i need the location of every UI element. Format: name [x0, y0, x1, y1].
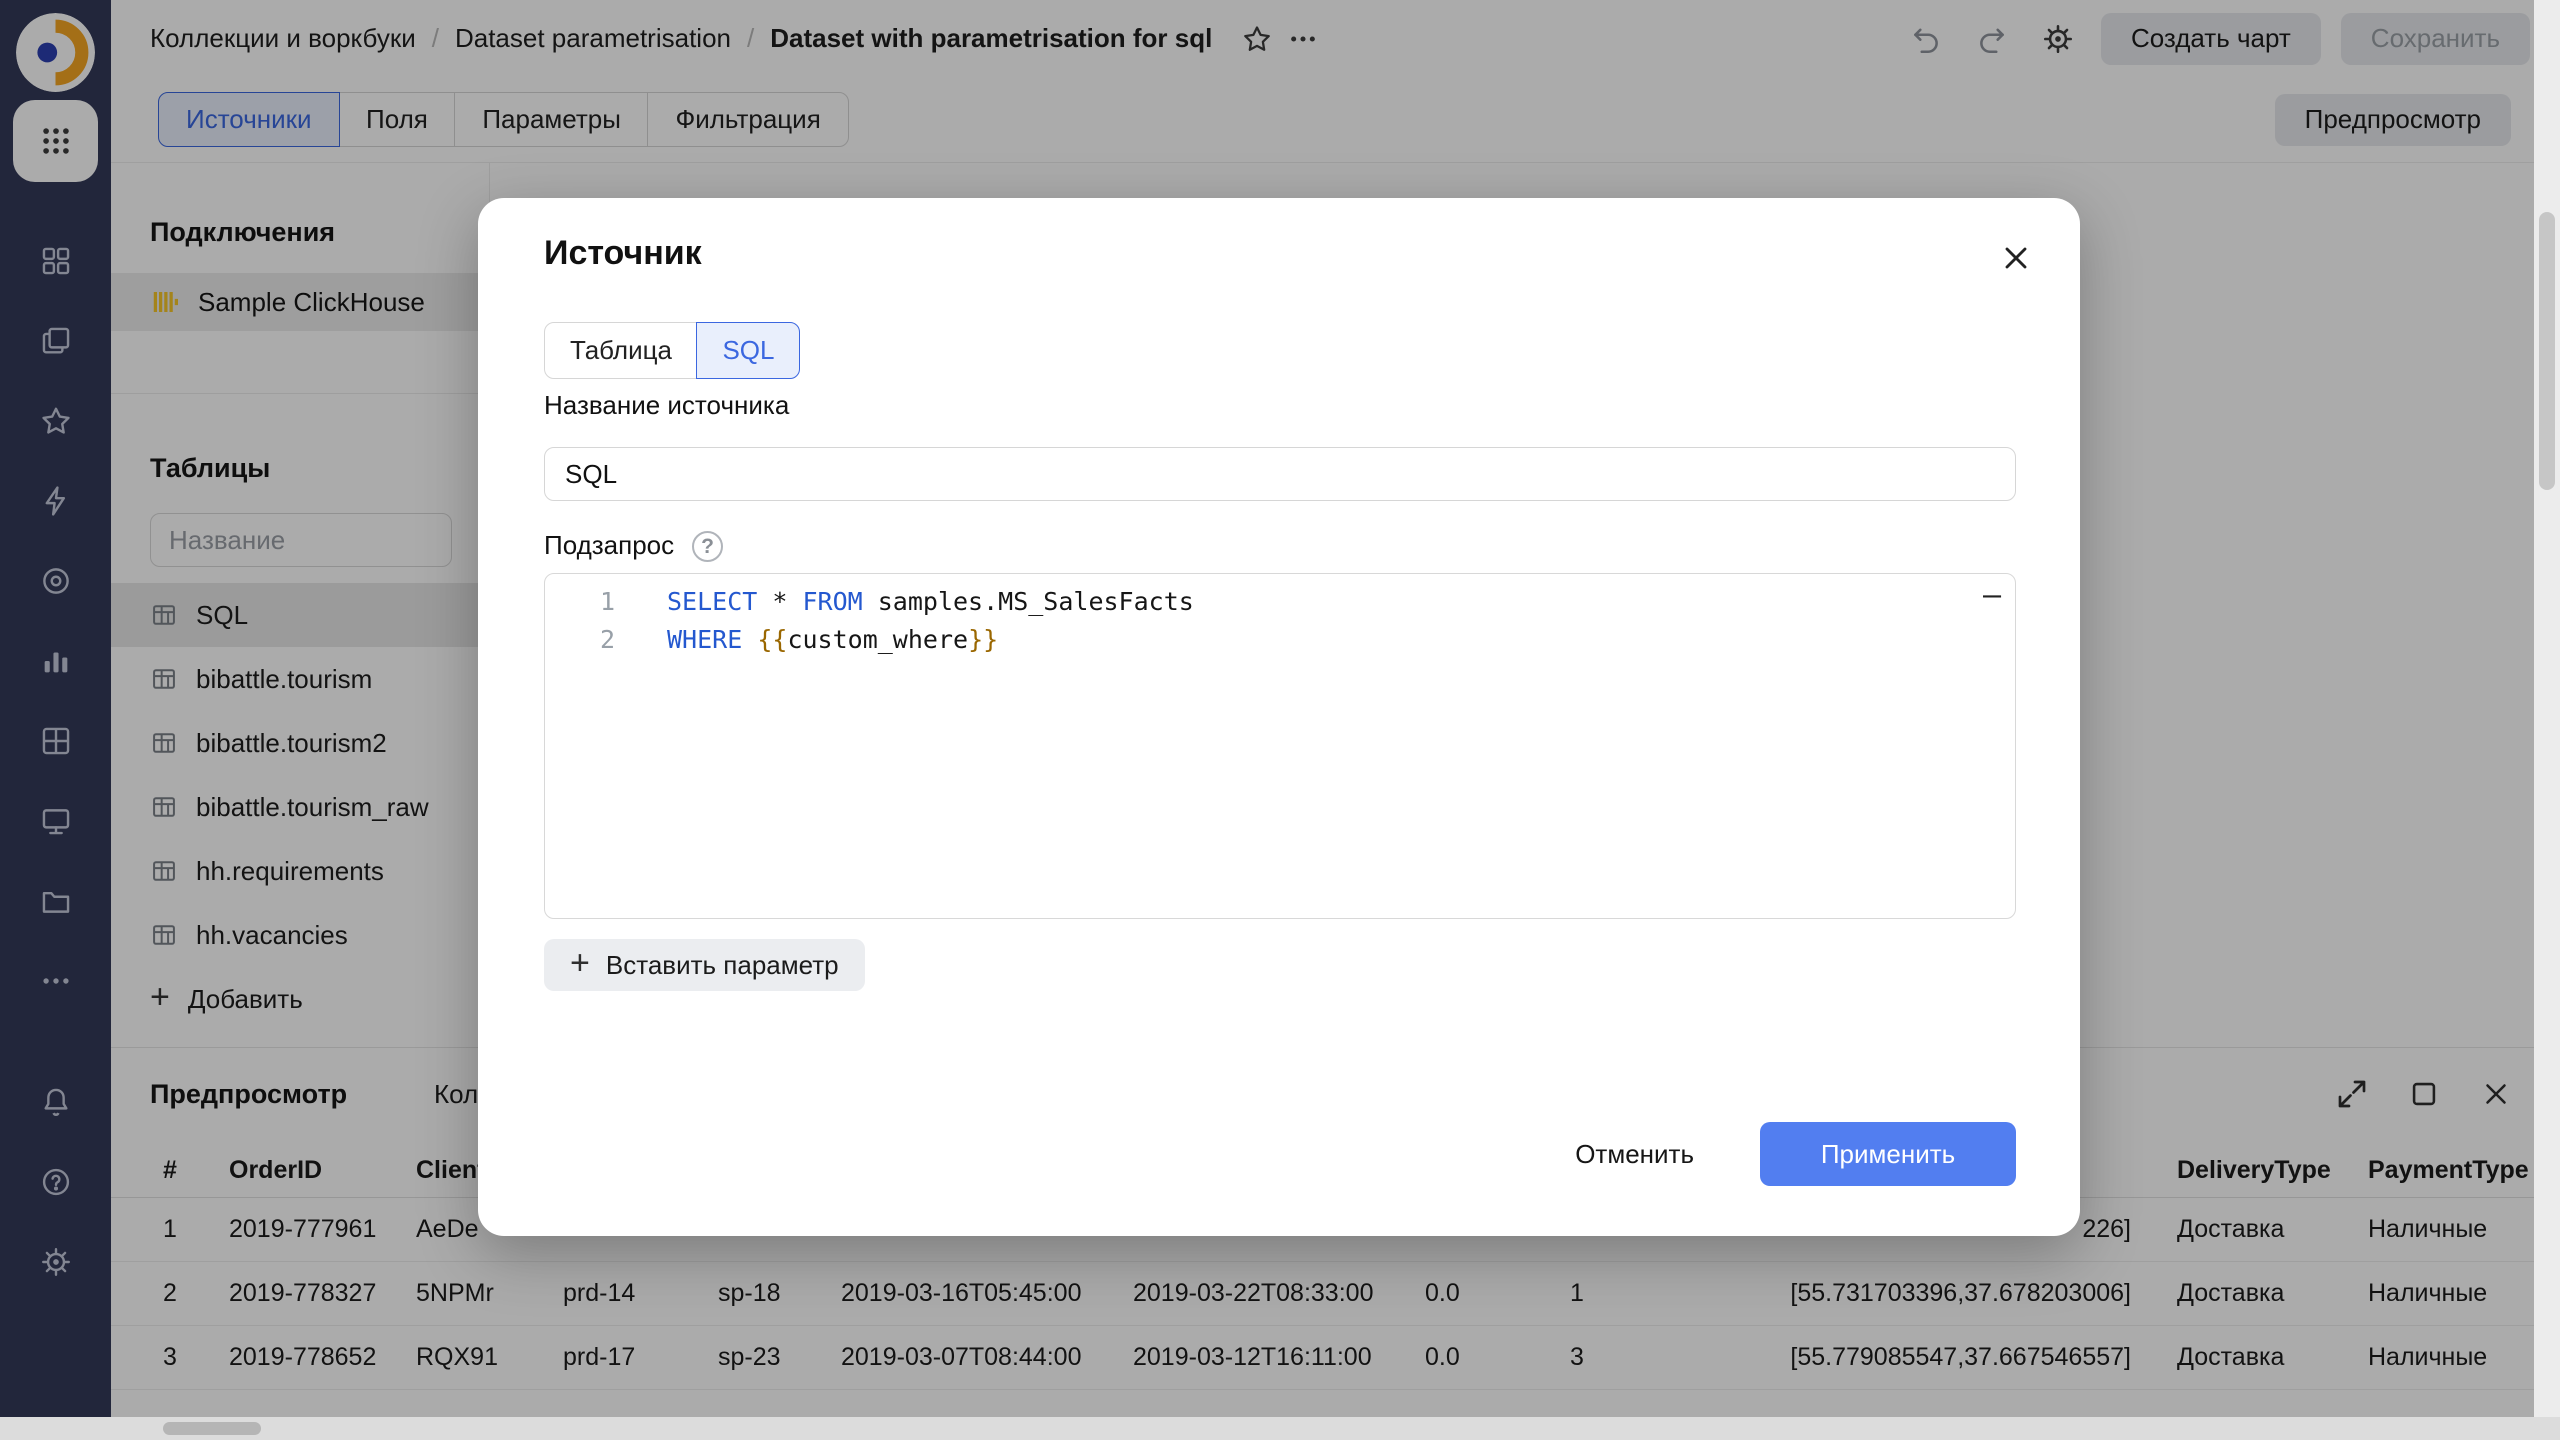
insert-parameter-label: Вставить параметр	[606, 950, 839, 981]
code-text: SELECT * FROM samples.MS_SalesFacts	[615, 587, 1194, 616]
source-type-tabs: ТаблицаSQL	[544, 322, 800, 379]
code-token: }}	[968, 625, 998, 654]
fold-marker[interactable]: —	[1983, 578, 2001, 613]
plus-icon: +	[570, 946, 590, 980]
source-name-label: Название источника	[544, 390, 789, 421]
line-number: 2	[545, 625, 615, 654]
line-number: 1	[545, 587, 615, 616]
code-token: {{	[757, 625, 787, 654]
code-token: SELECT	[667, 587, 757, 616]
sql-editor[interactable]: 1SELECT * FROM samples.MS_SalesFacts2WHE…	[544, 573, 2016, 919]
source-type-tab[interactable]: Таблица	[544, 322, 698, 379]
source-type-tab[interactable]: SQL	[696, 322, 800, 379]
source-name-input[interactable]	[544, 447, 2016, 501]
code-line: 2WHERE {{custom_where}}	[545, 620, 2015, 658]
insert-parameter-button[interactable]: + Вставить параметр	[544, 939, 865, 991]
modal-title: Источник	[544, 234, 702, 273]
cancel-button[interactable]: Отменить	[1545, 1122, 1724, 1186]
horizontal-scrollbar[interactable]	[0, 1417, 2534, 1440]
help-circle-icon[interactable]: ?	[692, 531, 723, 562]
scrollbar-corner	[2534, 1417, 2560, 1440]
code-token: samples.MS_SalesFacts	[863, 587, 1194, 616]
modal-close-icon[interactable]	[1994, 236, 2038, 280]
source-modal: Источник ТаблицаSQL Название источника П…	[478, 198, 2080, 1236]
subquery-label: Подзапрос	[544, 530, 674, 561]
code-text: WHERE {{custom_where}}	[615, 625, 998, 654]
code-token	[742, 625, 757, 654]
modal-footer: Отменить Применить	[1545, 1122, 2016, 1186]
vertical-scrollbar-thumb[interactable]	[2539, 212, 2555, 490]
code-line: 1SELECT * FROM samples.MS_SalesFacts	[545, 582, 2015, 620]
apply-button[interactable]: Применить	[1760, 1122, 2016, 1186]
code-token: FROM	[802, 587, 862, 616]
datalens-app: Коллекции и воркбуки/Dataset parametrisa…	[0, 0, 2560, 1440]
horizontal-scrollbar-thumb[interactable]	[163, 1422, 261, 1435]
code-token: custom_where	[787, 625, 968, 654]
code-token: *	[757, 587, 802, 616]
vertical-scrollbar[interactable]	[2534, 0, 2560, 1417]
code-token: WHERE	[667, 625, 742, 654]
sql-editor-lines: 1SELECT * FROM samples.MS_SalesFacts2WHE…	[545, 582, 2015, 658]
